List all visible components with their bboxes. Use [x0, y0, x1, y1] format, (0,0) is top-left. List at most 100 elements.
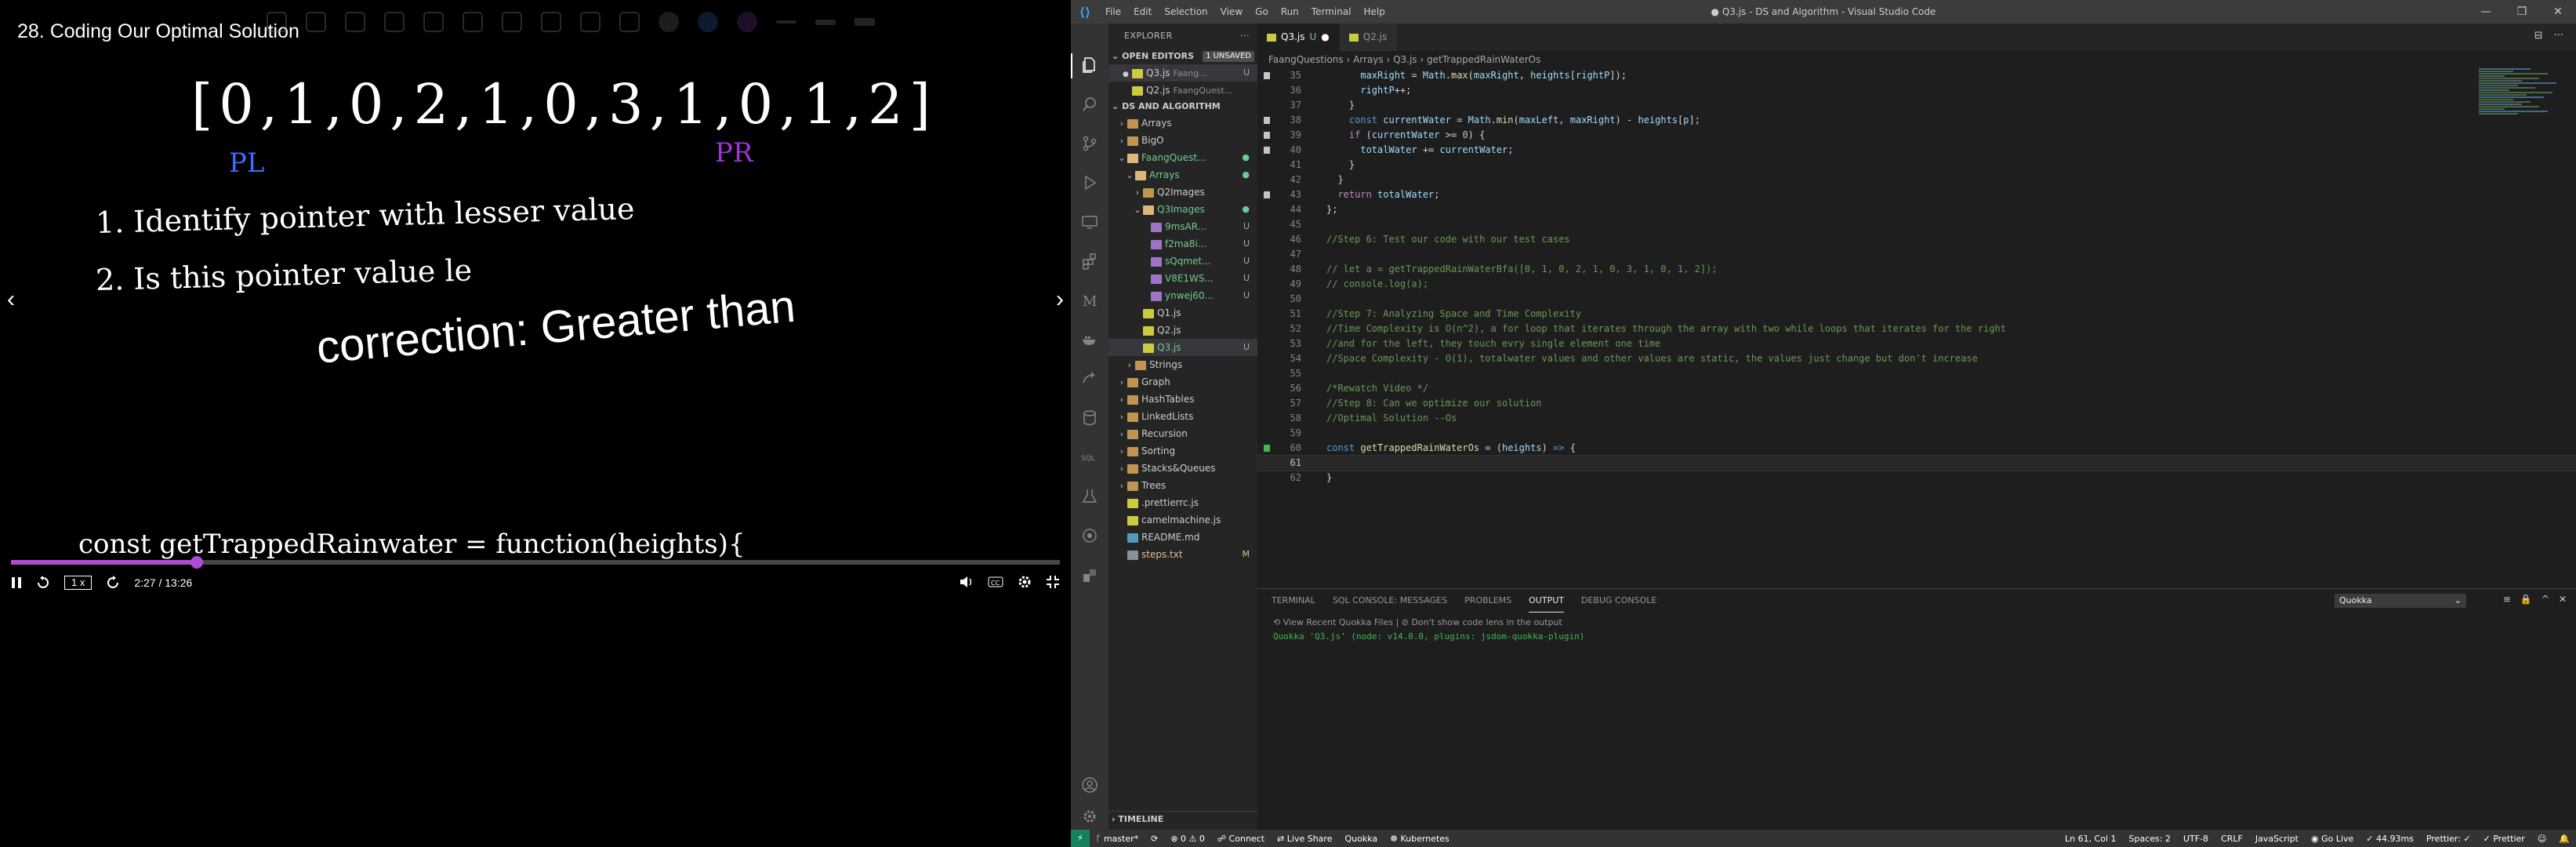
more-actions-icon[interactable]: ···	[1240, 24, 1250, 49]
tree-item[interactable]: sQqmet... U	[1108, 253, 1257, 270]
tree-item[interactable]: › Trees	[1108, 477, 1257, 494]
timeline-view-icon[interactable]	[1080, 566, 1099, 585]
live-share-icon[interactable]	[1080, 370, 1099, 389]
tree-item[interactable]: › Graph	[1108, 373, 1257, 391]
captions-icon[interactable]: CC	[988, 576, 1003, 590]
code-line[interactable]: 35 maxRight = Math.max(maxRight, heights…	[1257, 68, 2576, 83]
output-body[interactable]: ⟲ View Recent Quokka Files | ⊘ Don't sho…	[1257, 613, 2576, 647]
open-editor-item[interactable]: ● Q3.js Faang... U	[1108, 64, 1257, 82]
gutter-breakpoint-icon[interactable]	[1264, 72, 1270, 79]
menu-help[interactable]: Help	[1358, 6, 1391, 17]
markdown-icon[interactable]: M	[1080, 292, 1099, 311]
quokka-codelens[interactable]: ⟲ View Recent Quokka Files | ⊘ Don't sho…	[1273, 616, 2560, 630]
status-item-right[interactable]: Ln 61, Col 1	[2059, 834, 2123, 844]
volume-icon[interactable]	[960, 576, 974, 591]
menu-run[interactable]: Run	[1275, 6, 1305, 17]
status-item-left[interactable]: ⟳	[1145, 834, 1164, 844]
tree-item[interactable]: 9msAR... U	[1108, 218, 1257, 235]
dirty-dot-icon[interactable]: ●	[1321, 24, 1329, 51]
code-line[interactable]: 36 rightP++;	[1257, 83, 2576, 98]
panel-tab-problems[interactable]: PROBLEMS	[1464, 589, 1511, 613]
open-editor-item[interactable]: Q2.js FaangQuest...	[1108, 82, 1257, 99]
status-item-right[interactable]: ☺	[2531, 834, 2552, 844]
code-line[interactable]: 45	[1257, 217, 2576, 232]
menu-view[interactable]: View	[1214, 6, 1249, 17]
tree-item[interactable]: camelmachine.js	[1108, 511, 1257, 529]
code-line[interactable]: 43 return totalWater;	[1257, 187, 2576, 202]
panel-tab-terminal[interactable]: TERMINAL	[1272, 589, 1315, 613]
run-debug-icon[interactable]	[1080, 174, 1099, 193]
code-line[interactable]: 39 if (currentWater >= 0) {	[1257, 128, 2576, 143]
tree-item[interactable]: Q2.js	[1108, 322, 1257, 339]
gutter-breakpoint-icon[interactable]	[1264, 132, 1270, 139]
split-editor-icon[interactable]: ⊟	[2534, 30, 2543, 42]
tree-item[interactable]: › Strings	[1108, 356, 1257, 373]
code-line[interactable]: 60 const getTrappedRainWaterOs = (heights…	[1257, 441, 2576, 456]
gutter-breakpoint-icon[interactable]	[1264, 191, 1270, 198]
tree-item[interactable]: ⌄ Arrays ●	[1108, 166, 1257, 184]
prev-arrow-icon[interactable]: ‹	[0, 284, 22, 315]
status-item-right[interactable]: JavaScript	[2249, 834, 2305, 844]
tree-item[interactable]: .prettierrc.js	[1108, 494, 1257, 511]
output-channel-select[interactable]: Quokka ⌄	[2335, 594, 2466, 608]
code-line[interactable]: 53 //and for the left, they touch evry si…	[1257, 336, 2576, 351]
code-line[interactable]: 44};	[1257, 202, 2576, 217]
close-button[interactable]: ✕	[2540, 0, 2576, 24]
settings-icon[interactable]	[1018, 575, 1032, 591]
tree-item[interactable]: Q3.js U	[1108, 339, 1257, 356]
maximize-button[interactable]: ❐	[2504, 0, 2540, 24]
code-line[interactable]: 51 //Step 7: Analyzing Space and Time Com…	[1257, 307, 2576, 322]
status-item-left[interactable]: ☍ Connect	[1211, 834, 1271, 844]
tree-item[interactable]: › BigO	[1108, 132, 1257, 149]
panel-tab-output[interactable]: OUTPUT	[1529, 589, 1564, 613]
menu-edit[interactable]: Edit	[1127, 6, 1158, 17]
status-item-left[interactable]: ⊗ 0 ⚠ 0	[1164, 834, 1211, 844]
tree-item[interactable]: ynwej60... U	[1108, 287, 1257, 304]
code-line[interactable]: 54 //Space Complexity - O(1), totalwater …	[1257, 351, 2576, 366]
remote-explorer-icon[interactable]	[1080, 213, 1099, 232]
extensions-icon[interactable]	[1080, 253, 1099, 271]
code-line[interactable]: 41 }	[1257, 158, 2576, 173]
tree-item[interactable]: › LinkedLists	[1108, 408, 1257, 425]
status-item-right[interactable]: ✓ Prettier	[2477, 834, 2531, 844]
tree-item[interactable]: › Sorting	[1108, 442, 1257, 460]
breadcrumb[interactable]: FaangQuestions › Arrays › Q3.js › getTra…	[1257, 51, 2576, 68]
code-line[interactable]: 55	[1257, 366, 2576, 381]
video-player[interactable]: 28. Coding Our Optimal Solution [0,1,0,2…	[0, 0, 1071, 847]
gutter-breakpoint-icon[interactable]	[1264, 445, 1270, 452]
more-actions-icon[interactable]: ···	[2554, 30, 2563, 42]
code-line[interactable]: 58 //Optimal Solution --Os	[1257, 411, 2576, 426]
database-icon[interactable]	[1080, 409, 1099, 428]
status-item-right[interactable]: ✓ 44.93ms	[2360, 834, 2420, 844]
tab-q2-js[interactable]: Q2.js	[1339, 24, 1398, 51]
code-line[interactable]: 42 }	[1257, 173, 2576, 187]
status-item-right[interactable]: ◉ Go Live	[2305, 834, 2360, 844]
clear-output-icon[interactable]: ≡	[2503, 594, 2511, 605]
rewind-icon[interactable]	[36, 576, 50, 590]
gitlens-icon[interactable]	[1080, 527, 1099, 546]
close-panel-icon[interactable]: ✕	[2559, 594, 2567, 605]
status-item-left[interactable]: ᚴ master*	[1090, 834, 1145, 844]
gutter-breakpoint-icon[interactable]	[1264, 117, 1270, 124]
manage-gear-icon[interactable]	[1080, 808, 1099, 827]
tree-item[interactable]: steps.txt M	[1108, 546, 1257, 563]
code-line[interactable]: 37 }	[1257, 98, 2576, 113]
video-frame[interactable]: 28. Coding Our Optimal Solution [0,1,0,2…	[0, 0, 1071, 602]
forward-icon[interactable]	[106, 576, 120, 590]
status-item-right[interactable]: 🔔	[2552, 834, 2576, 844]
account-icon[interactable]	[1080, 776, 1099, 795]
remote-indicator-icon[interactable]: ⚡	[1071, 830, 1090, 847]
code-line[interactable]: 50	[1257, 292, 2576, 307]
status-item-right[interactable]: UTF-8	[2177, 834, 2215, 844]
tree-item[interactable]: › Q2Images	[1108, 184, 1257, 201]
menu-selection[interactable]: Selection	[1158, 6, 1214, 17]
code-line[interactable]: 49 // console.log(a);	[1257, 277, 2576, 292]
status-item-right[interactable]: Spaces: 2	[2123, 834, 2177, 844]
open-editors-section[interactable]: ⌄ OPEN EDITORS 1 UNSAVED	[1108, 49, 1257, 64]
code-line[interactable]: 40 totalWater += currentWater;	[1257, 143, 2576, 158]
playback-speed-button[interactable]: 1 x	[64, 576, 93, 590]
status-item-right[interactable]: CRLF	[2215, 834, 2249, 844]
code-line[interactable]: 61	[1257, 455, 2576, 471]
fullscreen-exit-icon[interactable]	[1046, 575, 1060, 591]
code-line[interactable]: 56 /*Rewatch Video */	[1257, 381, 2576, 396]
